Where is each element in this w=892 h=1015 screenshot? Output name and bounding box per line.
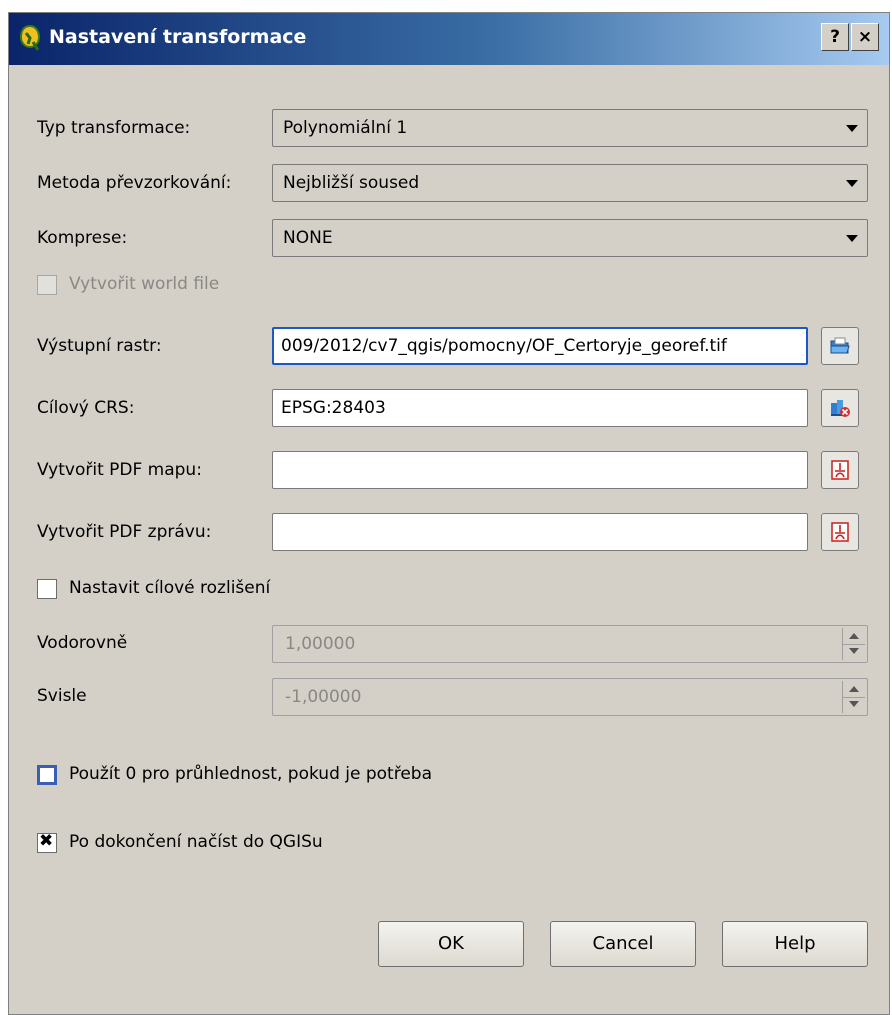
pdf-map-input[interactable] <box>272 451 808 489</box>
output-raster-value: 009/2012/cv7_qgis/pomocny/OF_Certoryje_g… <box>281 336 727 356</box>
use-zero-transparency-label: Použít 0 pro průhlednost, pokud je potře… <box>69 764 432 784</box>
vertical-label: Svisle <box>37 686 87 706</box>
ok-button[interactable]: OK <box>378 921 524 967</box>
cancel-button[interactable]: Cancel <box>550 921 696 967</box>
dialog-title: Nastavení transformace <box>49 26 307 48</box>
horizontal-spinbox[interactable]: 1,00000 <box>272 625 868 663</box>
target-crs-value: EPSG:28403 <box>281 398 386 418</box>
transform-settings-dialog: Nastavení transformace ? × Typ transform… <box>8 12 890 1015</box>
target-crs-label: Cílový CRS: <box>37 398 135 418</box>
resampling-combo[interactable]: Nejbližší soused <box>272 164 868 202</box>
set-resolution-label: Nastavit cílové rozlišení <box>69 578 271 598</box>
use-zero-transparency-checkbox[interactable] <box>37 765 57 785</box>
compression-value: NONE <box>283 228 333 248</box>
pdf-icon <box>831 460 849 480</box>
title-help-button[interactable]: ? <box>821 23 849 51</box>
output-raster-input[interactable]: 009/2012/cv7_qgis/pomocny/OF_Certoryje_g… <box>272 327 808 365</box>
help-button[interactable]: Help <box>722 921 868 967</box>
load-in-qgis-label: Po dokončení načíst do QGISu <box>69 832 323 852</box>
set-resolution-checkbox[interactable] <box>37 579 57 599</box>
resampling-value: Nejbližší soused <box>283 173 420 193</box>
chevron-down-icon <box>837 168 865 198</box>
target-crs-input[interactable]: EPSG:28403 <box>272 389 808 427</box>
title-bar[interactable]: Nastavení transformace ? × <box>9 13 889 65</box>
resampling-label: Metoda převzorkování: <box>37 173 232 193</box>
pdf-report-button[interactable] <box>821 513 859 551</box>
vertical-spin-buttons <box>842 681 865 713</box>
horizontal-value: 1,00000 <box>285 634 356 654</box>
world-file-checkbox[interactable] <box>37 275 57 295</box>
pdf-report-input[interactable] <box>272 513 808 551</box>
output-raster-browse-button[interactable] <box>821 327 859 365</box>
spin-up-button[interactable] <box>843 628 865 645</box>
transform-type-value: Polynomiální 1 <box>283 118 408 138</box>
horizontal-spin-buttons <box>842 628 865 660</box>
output-raster-label: Výstupní rastr: <box>37 336 162 356</box>
qgis-logo-icon <box>19 24 41 51</box>
compression-label: Komprese: <box>37 228 128 248</box>
transform-type-combo[interactable]: Polynomiální 1 <box>272 109 868 147</box>
world-file-label: Vytvořit world file <box>69 274 220 294</box>
pdf-report-label: Vytvořit PDF zprávu: <box>37 522 212 542</box>
pdf-icon <box>831 522 849 542</box>
transform-type-label: Typ transformace: <box>37 118 191 138</box>
compression-combo[interactable]: NONE <box>272 219 868 257</box>
title-close-button[interactable]: × <box>851 23 879 51</box>
load-in-qgis-checkbox[interactable] <box>37 831 57 853</box>
crs-select-icon <box>831 400 850 417</box>
target-crs-select-button[interactable] <box>821 389 859 427</box>
chevron-down-icon <box>837 223 865 253</box>
folder-open-icon <box>830 337 850 354</box>
spin-down-button[interactable] <box>843 697 865 713</box>
vertical-value: -1,00000 <box>285 687 362 707</box>
pdf-map-button[interactable] <box>821 451 859 489</box>
horizontal-label: Vodorovně <box>37 633 128 653</box>
chevron-down-icon <box>837 113 865 143</box>
spin-down-button[interactable] <box>843 644 865 660</box>
pdf-map-label: Vytvořit PDF mapu: <box>37 460 202 480</box>
vertical-spinbox[interactable]: -1,00000 <box>272 678 868 716</box>
spin-up-button[interactable] <box>843 681 865 698</box>
